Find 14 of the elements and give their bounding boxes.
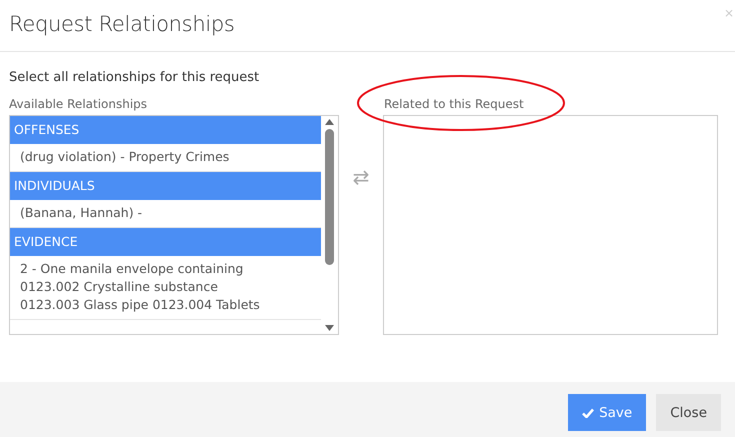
dialog-title: Request Relationships bbox=[9, 12, 235, 36]
check-icon bbox=[582, 408, 594, 418]
scroll-up-icon[interactable] bbox=[325, 119, 334, 125]
instruction-text: Select all relationships for this request bbox=[9, 70, 260, 85]
group-header: INDIVIDUALS bbox=[10, 172, 321, 200]
scroll-down-icon[interactable] bbox=[325, 325, 334, 331]
group-header: OFFENSES bbox=[10, 116, 321, 144]
list-label: Available Relationships bbox=[9, 97, 148, 111]
available-list[interactable]: OFFENSES (drug violation) - Property Crimes INDIVIDUALS (Banana, Hannah) - EVIDENCE 2 - One manila envelope containing 0123.002 Crystalline substance 0123.003 Glass pipe 0123.004 Tablets bbox=[9, 115, 339, 335]
scrollbar-thumb[interactable] bbox=[325, 129, 334, 265]
group-header: EVIDENCE bbox=[10, 228, 321, 256]
list-label: Related to this Request bbox=[383, 97, 525, 111]
list-item[interactable]: 2 - One manila envelope containing 0123.002 Crystalline substance 0123.003 Glass pipe 0123.004 Tablets bbox=[10, 256, 321, 320]
close-button[interactable]: Close bbox=[656, 394, 721, 431]
